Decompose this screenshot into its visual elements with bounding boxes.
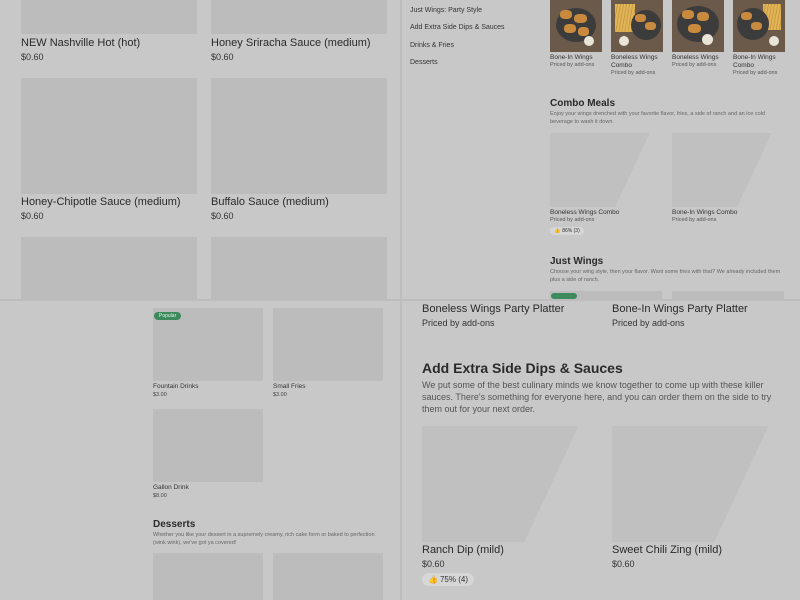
section-title: Desserts bbox=[153, 519, 196, 530]
item-image[interactable] bbox=[550, 0, 602, 52]
item-image[interactable] bbox=[211, 237, 387, 299]
popular-badge: Popular bbox=[154, 312, 182, 320]
item-image[interactable] bbox=[153, 553, 263, 600]
item-price: $0.60 bbox=[211, 211, 234, 221]
item-price: Priced by add-ons bbox=[672, 62, 717, 68]
item-name[interactable]: Sweet Chili Zing (mild) bbox=[612, 544, 722, 556]
item-name[interactable]: Honey-Chipotle Sauce (medium) bbox=[21, 196, 181, 208]
item-price: $0.60 bbox=[21, 52, 44, 62]
section-description: Choose your wing style, then your flavor… bbox=[550, 269, 781, 283]
item-name[interactable]: Bone-In Wings Party Platter bbox=[612, 303, 748, 315]
item-name[interactable]: Ranch Dip (mild) bbox=[422, 544, 504, 556]
popular-badge-edge bbox=[551, 293, 577, 299]
item-price: $3.00 bbox=[153, 392, 167, 398]
nav-item-just-wings-party[interactable]: Just Wings: Party Style bbox=[410, 7, 482, 14]
drinks-panel: Popular Fountain Drinks $3.00 Small Frie… bbox=[0, 301, 400, 600]
nav-item-drinks-fries[interactable]: Drinks & Fries bbox=[410, 42, 454, 49]
item-image[interactable] bbox=[672, 291, 784, 299]
item-name[interactable]: Buffalo Sauce (medium) bbox=[211, 196, 329, 208]
section-title: Add Extra Side Dips & Sauces bbox=[422, 360, 623, 376]
dips-panel: Boneless Wings Party Platter Priced by a… bbox=[402, 301, 800, 600]
menu-panel: Just Wings: Party Style Add Extra Side D… bbox=[402, 0, 800, 299]
item-price: Priced by add-ons bbox=[550, 62, 595, 68]
item-price: Priced by add-ons bbox=[611, 70, 656, 76]
item-image[interactable] bbox=[672, 0, 724, 52]
thumbs-up-icon: 👍 bbox=[554, 228, 561, 234]
item-price: $0.60 bbox=[21, 211, 44, 221]
item-price: $0.60 bbox=[211, 52, 234, 62]
item-price: $0.60 bbox=[422, 559, 445, 569]
nav-item-side-dips[interactable]: Add Extra Side Dips & Sauces bbox=[410, 24, 505, 31]
rating-badge: 👍 75% (4) bbox=[422, 573, 474, 586]
item-image[interactable] bbox=[422, 426, 598, 542]
rating-value: 86% (3) bbox=[562, 228, 580, 234]
item-name: Fountain Drinks bbox=[153, 383, 199, 390]
item-card[interactable]: Bone-In Wings Combo Priced by add-ons bbox=[733, 54, 789, 76]
item-name: Bone-In Wings bbox=[550, 54, 593, 61]
item-image[interactable] bbox=[273, 553, 383, 600]
item-name: Bone-In Wings Combo bbox=[672, 209, 738, 216]
item-price: Priced by add-ons bbox=[672, 217, 717, 223]
item-name[interactable]: Honey Sriracha Sauce (medium) bbox=[211, 37, 371, 49]
item-price: $0.60 bbox=[612, 559, 635, 569]
thumbs-up-icon: 👍 bbox=[428, 575, 438, 584]
section-description: Enjoy your wings drenched with your favo… bbox=[550, 111, 765, 125]
item-card[interactable]: Bone-In Wings Combo Priced by add-ons bbox=[672, 209, 737, 223]
item-image[interactable] bbox=[21, 0, 197, 34]
section-description: Whether you like your dessert in a supre… bbox=[153, 532, 375, 546]
item-image[interactable] bbox=[273, 308, 383, 381]
item-image[interactable] bbox=[211, 0, 387, 34]
item-card[interactable]: Fountain Drinks $3.00 bbox=[153, 383, 199, 398]
item-card[interactable]: Gallon Drink $8.00 bbox=[153, 484, 189, 499]
item-price: $8.00 bbox=[153, 493, 167, 499]
item-price: Priced by add-ons bbox=[733, 70, 778, 76]
item-image[interactable] bbox=[21, 237, 197, 299]
item-image[interactable] bbox=[21, 78, 197, 194]
rating-value: 75% (4) bbox=[439, 575, 468, 584]
item-image[interactable] bbox=[153, 409, 263, 482]
item-image[interactable] bbox=[612, 426, 788, 542]
sauces-panel: NEW Nashville Hot (hot) $0.60 Honey Srir… bbox=[0, 0, 400, 299]
item-card[interactable]: Bone-In Wings Priced by add-ons bbox=[550, 54, 606, 68]
item-image[interactable] bbox=[550, 133, 662, 207]
item-image[interactable] bbox=[733, 0, 785, 52]
section-description: We put some of the best culinary minds w… bbox=[422, 380, 772, 414]
item-image[interactable] bbox=[611, 0, 663, 52]
item-image[interactable] bbox=[672, 133, 784, 207]
item-name: Boneless Wings Combo bbox=[550, 209, 620, 216]
item-image[interactable] bbox=[211, 78, 387, 194]
item-name: Boneless Wings Combo bbox=[611, 54, 658, 69]
item-name: Boneless Wings bbox=[672, 54, 719, 61]
item-price: Priced by add-ons bbox=[422, 318, 495, 328]
item-name: Bone-In Wings Combo bbox=[733, 54, 776, 69]
item-price: $3.00 bbox=[273, 392, 287, 398]
item-card[interactable]: Boneless Wings Combo Priced by add-ons bbox=[611, 54, 667, 76]
item-name: Small Fries bbox=[273, 383, 306, 390]
item-name[interactable]: Boneless Wings Party Platter bbox=[422, 303, 564, 315]
section-title: Just Wings bbox=[550, 256, 604, 267]
item-name[interactable]: NEW Nashville Hot (hot) bbox=[21, 37, 140, 49]
item-card[interactable]: Small Fries $3.00 bbox=[273, 383, 306, 398]
item-price: Priced by add-ons bbox=[612, 318, 685, 328]
nav-item-desserts[interactable]: Desserts bbox=[410, 59, 438, 66]
item-card[interactable]: Boneless Wings Combo Priced by add-ons bbox=[550, 209, 619, 223]
item-name: Gallon Drink bbox=[153, 484, 189, 491]
section-title: Combo Meals bbox=[550, 98, 616, 109]
item-card[interactable]: Boneless Wings Priced by add-ons bbox=[672, 54, 728, 68]
rating-badge: 👍 86% (3) bbox=[550, 227, 584, 235]
item-price: Priced by add-ons bbox=[550, 217, 595, 223]
